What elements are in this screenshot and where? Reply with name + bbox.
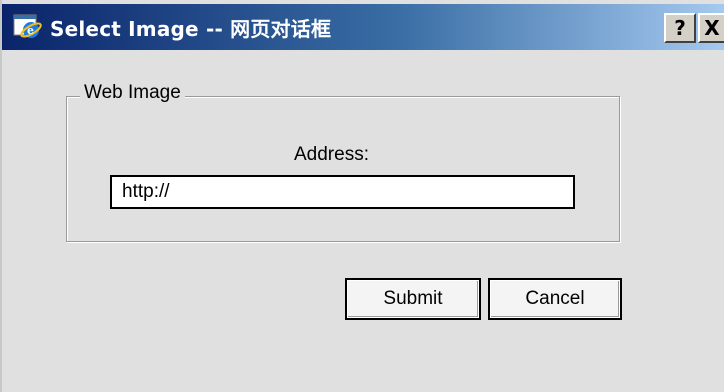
title-bar-buttons: ? X	[664, 13, 724, 43]
svg-text:e: e	[27, 24, 34, 37]
dialog-window: e Select Image -- 网页对话框 ? X Web Image Ad…	[0, 0, 724, 392]
web-image-group	[66, 96, 620, 242]
help-button[interactable]: ?	[664, 13, 696, 43]
dialog-title: Select Image -- 网页对话框	[50, 16, 332, 41]
close-button[interactable]: X	[698, 13, 724, 43]
submit-button[interactable]: Submit	[345, 278, 481, 320]
title-bar[interactable]: e Select Image -- 网页对话框 ? X	[2, 4, 724, 50]
address-input[interactable]	[110, 175, 575, 209]
internet-explorer-icon: e	[12, 12, 42, 42]
cancel-button[interactable]: Cancel	[488, 278, 622, 320]
web-image-group-label: Web Image	[80, 82, 185, 104]
address-label: Address:	[294, 144, 369, 165]
